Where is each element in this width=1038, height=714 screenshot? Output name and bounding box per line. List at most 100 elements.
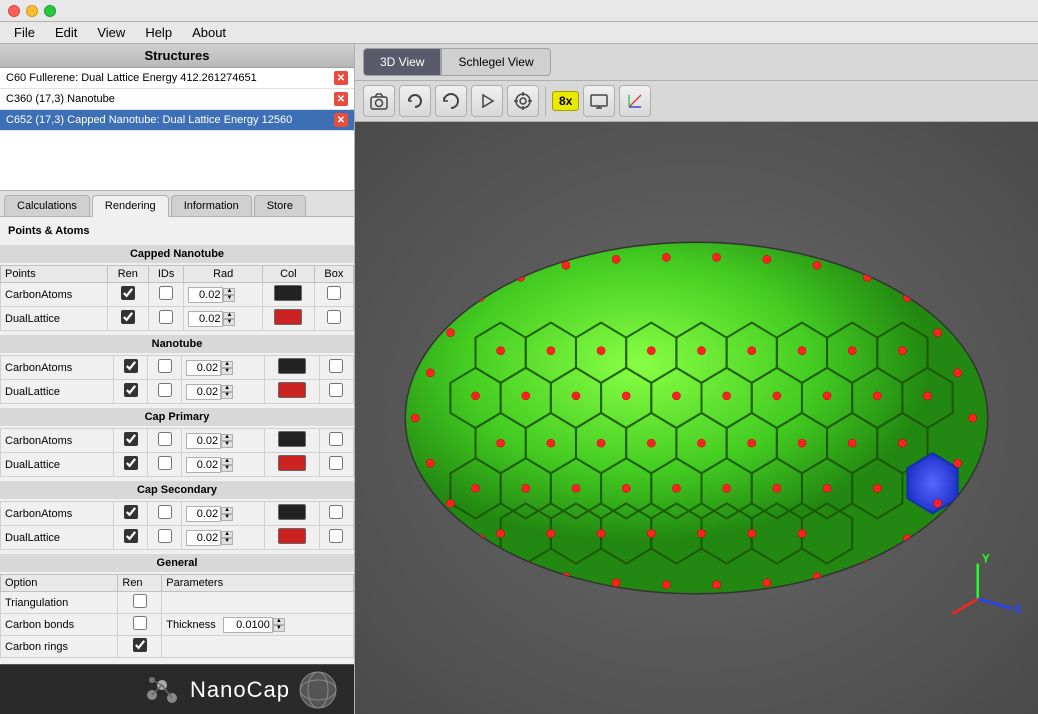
rad-input-dl0[interactable] [188, 311, 223, 327]
triangulation-check[interactable] [133, 594, 147, 608]
structure-item-1[interactable]: C360 (17,3) Nanotube ✕ [0, 89, 354, 110]
box-check-dl2[interactable] [329, 456, 343, 470]
rad-up-3[interactable]: ▲ [221, 507, 233, 514]
rad-input-3[interactable] [186, 506, 221, 522]
rad-input-dl3[interactable] [186, 530, 221, 546]
ren-check-0[interactable] [121, 286, 135, 300]
badge-8x[interactable]: 8x [552, 91, 579, 111]
thickness-up[interactable]: ▲ [273, 618, 285, 625]
rad-down-dl1[interactable]: ▼ [221, 392, 233, 399]
screen-button[interactable] [583, 85, 615, 117]
rad-up-1[interactable]: ▲ [221, 361, 233, 368]
svg-text:Y: Y [982, 552, 990, 566]
ren-check-dl2[interactable] [124, 456, 138, 470]
col-swatch-dl1[interactable] [278, 382, 306, 398]
rad-up-2[interactable]: ▲ [221, 434, 233, 441]
rad-up-dl1[interactable]: ▲ [221, 385, 233, 392]
rotate-button[interactable] [399, 85, 431, 117]
rad-down-dl2[interactable]: ▼ [221, 465, 233, 472]
rad-input-dl1[interactable] [186, 384, 221, 400]
rad-input-1[interactable] [186, 360, 221, 376]
viewport[interactable]: Y X [355, 122, 1038, 714]
ren-check-1[interactable] [124, 359, 138, 373]
ids-check-1[interactable] [158, 359, 172, 373]
ids-check-dl1[interactable] [158, 383, 172, 397]
ids-check-dl0[interactable] [159, 310, 173, 324]
structure-item-2[interactable]: C652 (17,3) Capped Nanotube: Dual Lattic… [0, 110, 354, 131]
menu-edit[interactable]: Edit [45, 23, 87, 42]
general-col-params: Parameters [162, 575, 354, 592]
structure-close-1[interactable]: ✕ [334, 92, 348, 106]
structure-close-2[interactable]: ✕ [334, 113, 348, 127]
rad-down-dl0[interactable]: ▼ [223, 319, 235, 326]
thickness-input[interactable] [223, 617, 273, 633]
ren-check-dl1[interactable] [124, 383, 138, 397]
structure-label-0: C60 Fullerene: Dual Lattice Energy 412.2… [6, 72, 257, 84]
minimize-button[interactable] [26, 5, 38, 17]
ren-check-dl3[interactable] [124, 529, 138, 543]
menu-about[interactable]: About [182, 23, 236, 42]
box-check-dl3[interactable] [329, 529, 343, 543]
structure-label-1: C360 (17,3) Nanotube [6, 93, 115, 105]
rad-down-dl3[interactable]: ▼ [221, 538, 233, 545]
ren-check-2[interactable] [124, 432, 138, 446]
rad-input-2[interactable] [186, 433, 221, 449]
rad-up-dl0[interactable]: ▲ [223, 312, 235, 319]
tab-calculations[interactable]: Calculations [4, 195, 90, 216]
play-icon [477, 91, 497, 111]
rad-down-3[interactable]: ▼ [221, 514, 233, 521]
menu-view[interactable]: View [87, 23, 135, 42]
tab-schlegel-view[interactable]: Schlegel View [441, 48, 550, 76]
ids-check-3[interactable] [158, 505, 172, 519]
box-check-0[interactable] [327, 286, 341, 300]
col-swatch-1[interactable] [278, 358, 306, 374]
ren-check-3[interactable] [124, 505, 138, 519]
maximize-button[interactable] [44, 5, 56, 17]
row-duallattice-0: DualLattice [1, 307, 108, 331]
close-button[interactable] [8, 5, 20, 17]
carbonrings-check[interactable] [133, 638, 147, 652]
rad-input-0[interactable] [188, 287, 223, 303]
tab-rendering[interactable]: Rendering [92, 195, 169, 217]
thickness-down[interactable]: ▼ [273, 625, 285, 632]
ids-check-dl3[interactable] [158, 529, 172, 543]
col-swatch-2[interactable] [278, 431, 306, 447]
rad-up-dl3[interactable]: ▲ [221, 531, 233, 538]
rad-up-dl2[interactable]: ▲ [221, 458, 233, 465]
play-button[interactable] [471, 85, 503, 117]
menu-file[interactable]: File [4, 23, 45, 42]
capped-nanotube-table: Points Ren IDs Rad Col Box CarbonAtoms [0, 265, 354, 331]
row-duallattice-3: DualLattice [1, 526, 114, 550]
carbonbonds-check[interactable] [133, 616, 147, 630]
axes-button[interactable] [619, 85, 651, 117]
box-check-dl1[interactable] [329, 383, 343, 397]
ids-check-dl2[interactable] [158, 456, 172, 470]
ids-check-0[interactable] [159, 286, 173, 300]
camera-button[interactable] [363, 85, 395, 117]
target-button[interactable] [507, 85, 539, 117]
menu-help[interactable]: Help [135, 23, 182, 42]
col-swatch-dl3[interactable] [278, 528, 306, 544]
rad-down-1[interactable]: ▼ [221, 368, 233, 375]
col-swatch-3[interactable] [278, 504, 306, 520]
refresh-button[interactable] [435, 85, 467, 117]
box-check-1[interactable] [329, 359, 343, 373]
col-swatch-dl2[interactable] [278, 455, 306, 471]
tab-information[interactable]: Information [171, 195, 252, 216]
structure-item-0[interactable]: C60 Fullerene: Dual Lattice Energy 412.2… [0, 68, 354, 89]
rad-down-2[interactable]: ▼ [221, 441, 233, 448]
tab-3d-view[interactable]: 3D View [363, 48, 441, 76]
rad-up-0[interactable]: ▲ [223, 288, 235, 295]
general-row-carbonrings: Carbon rings [1, 636, 118, 658]
rad-input-dl2[interactable] [186, 457, 221, 473]
col-swatch-0[interactable] [274, 285, 302, 301]
ids-check-2[interactable] [158, 432, 172, 446]
col-swatch-dl0[interactable] [274, 309, 302, 325]
tab-store[interactable]: Store [254, 195, 306, 216]
box-check-3[interactable] [329, 505, 343, 519]
rad-down-0[interactable]: ▼ [223, 295, 235, 302]
box-check-dl0[interactable] [327, 310, 341, 324]
structure-close-0[interactable]: ✕ [334, 71, 348, 85]
box-check-2[interactable] [329, 432, 343, 446]
ren-check-dl0[interactable] [121, 310, 135, 324]
